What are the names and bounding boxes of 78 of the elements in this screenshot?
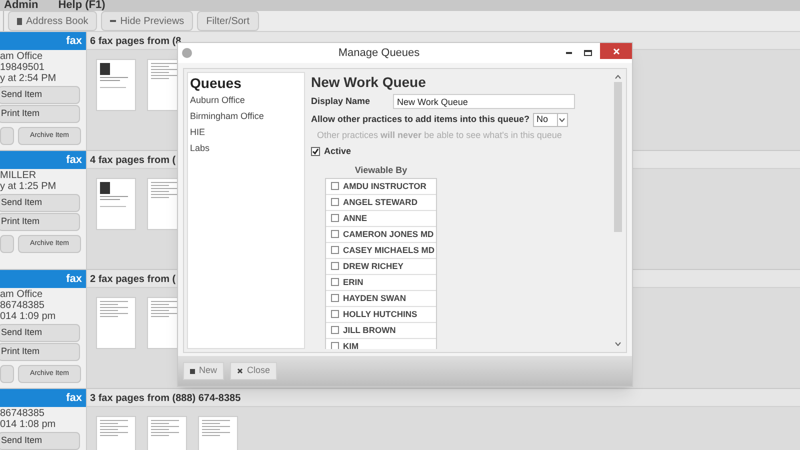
close-button[interactable] <box>600 43 632 59</box>
item-button[interactable]: Print Item <box>0 105 80 123</box>
checkbox-label: CAMERON JONES MD <box>343 228 434 240</box>
checkbox-label: ERIN <box>343 276 364 288</box>
item-button[interactable]: Send Item <box>0 86 80 104</box>
item-button[interactable]: Send Item <box>0 324 80 342</box>
square-icon <box>190 368 195 374</box>
checkbox-label: ANNE <box>343 212 368 224</box>
fax-detail: 014 1:09 pm <box>0 311 57 322</box>
toolbar-button[interactable]: Hide Previews <box>101 11 194 31</box>
fax-detail: y at 2:54 PM <box>0 73 58 84</box>
fax-detail: y at 1:25 PM <box>0 181 58 192</box>
footer-button[interactable]: New <box>183 362 224 380</box>
fax-tag: fax <box>0 151 86 169</box>
maximize-icon[interactable] <box>584 50 592 56</box>
menu-item[interactable]: Help (F1) <box>58 0 106 11</box>
checkbox[interactable] <box>331 310 339 318</box>
form-title: New Work Queue <box>311 73 427 91</box>
fax-detail: 86748385 <box>0 300 46 311</box>
queue-item[interactable]: Birmingham Office <box>190 108 304 124</box>
app-icon <box>182 48 192 58</box>
scrollbar[interactable] <box>612 72 623 349</box>
display-name-field[interactable]: New Work Queue <box>393 94 575 109</box>
checkbox-label: HOLLY HUTCHINS <box>343 308 418 320</box>
queue-item[interactable]: HIE <box>190 124 304 140</box>
fax-page-thumbnail[interactable] <box>96 178 136 230</box>
checkbox[interactable] <box>331 230 339 238</box>
queue-item[interactable]: Auburn Office <box>190 92 304 108</box>
toolbar-button[interactable]: Filter/Sort <box>197 11 259 31</box>
scroll-up-icon[interactable] <box>614 75 620 79</box>
checkbox[interactable] <box>311 146 320 156</box>
checkbox[interactable] <box>331 278 339 286</box>
checkbox[interactable] <box>331 182 339 190</box>
caret-icon <box>556 114 567 126</box>
fax-detail: am Office <box>0 289 44 300</box>
fax-detail: MILLER <box>0 170 38 181</box>
fax-detail: 19849501 <box>0 62 46 73</box>
menu-item[interactable]: Admin <box>4 0 38 11</box>
fax-detail: am Office <box>0 51 44 62</box>
checkbox-label: JILL BROWN <box>343 324 396 336</box>
checkbox[interactable] <box>331 262 339 270</box>
field-label: Allow other practices to add items into this queue? <box>311 113 530 126</box>
fax-page-thumbnail[interactable] <box>96 297 136 349</box>
checkbox[interactable] <box>331 214 339 222</box>
item-button[interactable]: Send Item <box>0 194 80 212</box>
fax-page-thumbnail[interactable] <box>96 59 136 111</box>
item-button[interactable]: Print Item <box>0 213 80 231</box>
fax-detail: 014 1:08 pm <box>0 419 57 430</box>
fax-title: 3 fax pages from (888) 674-8385 <box>87 389 800 407</box>
hint-text: Other practices will never be able to see what's in this queue <box>317 129 563 142</box>
close-icon <box>237 368 244 374</box>
checkbox[interactable] <box>331 246 339 254</box>
book-icon <box>17 18 22 24</box>
scrollbar-thumb[interactable] <box>614 82 622 232</box>
checkbox-label: ANGEL STEWARD <box>343 196 418 208</box>
dropdown[interactable]: No <box>532 113 568 127</box>
fax-tag: fax <box>0 389 86 407</box>
checkbox[interactable] <box>331 326 339 334</box>
checkbox-label: KIM <box>343 340 359 349</box>
item-button[interactable]: Print Item <box>0 343 80 361</box>
checkbox-label: CASEY MICHAELS MD <box>343 244 434 256</box>
checkbox-label: DREW RICHEY <box>343 260 404 272</box>
checkbox[interactable] <box>331 198 339 206</box>
close-icon <box>612 48 620 54</box>
checkbox-label: AMDU INSTRUCTOR <box>343 180 426 192</box>
footer-button[interactable]: Close <box>230 362 278 380</box>
minus-icon <box>110 20 116 22</box>
queues-heading: Queues <box>190 74 242 92</box>
item-button[interactable]: Send Item <box>0 432 80 450</box>
checkbox[interactable] <box>331 294 339 302</box>
toolbar-button[interactable]: Address Book <box>8 11 98 31</box>
scroll-down-icon[interactable] <box>614 342 620 346</box>
fax-tag: fax <box>0 32 86 50</box>
fax-detail: 86748385 <box>0 408 46 419</box>
checkbox-label: HAYDEN SWAN <box>343 292 406 304</box>
field-label: Display Name <box>311 94 372 108</box>
fax-tag: fax <box>0 270 86 288</box>
checkbox[interactable] <box>331 342 339 349</box>
